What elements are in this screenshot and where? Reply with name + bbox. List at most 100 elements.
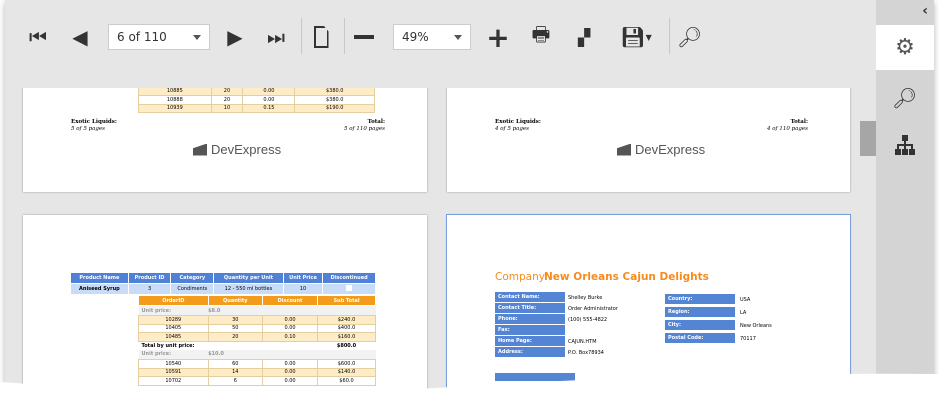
logo-text: DevExpress <box>211 142 282 157</box>
table-cell: Category <box>170 272 215 284</box>
next-page-button[interactable]: ▶ <box>222 22 248 52</box>
table-row: Region: LA <box>665 307 832 318</box>
tab-search[interactable]: 🔍︎ <box>876 75 934 120</box>
logo-mark-icon <box>617 143 631 156</box>
orders-table: 10866210.25$399.010885200.00$380.0108882… <box>138 88 375 113</box>
table-cell: $160.0 <box>317 332 376 342</box>
table-cell: 60 <box>207 359 264 369</box>
table-cell: Phone: <box>495 314 565 325</box>
table-cell: Country: <box>665 294 735 305</box>
total-label: Total: <box>367 119 385 125</box>
table-cell: 10540 <box>138 359 209 369</box>
table-row: 10485 20 0.10 $160.0 <box>138 332 376 342</box>
total-label: Total: <box>790 119 808 125</box>
table-cell: OrderID <box>138 295 209 306</box>
page-7[interactable]: Company New Orleans Cajun Delights Conta… <box>446 214 851 395</box>
table-cell: Address: <box>495 347 565 358</box>
table-cell: 10 <box>210 103 244 113</box>
scrollbar-thumb[interactable] <box>860 121 876 156</box>
collapse-panel-button[interactable]: ‹ <box>876 0 934 22</box>
table-cell: Fax: <box>495 325 565 336</box>
first-page-icon: ⏮ <box>29 25 47 49</box>
page-selector[interactable]: 6 of 110 <box>108 24 210 50</box>
document-map-icon <box>895 134 915 155</box>
print-icon: 🖶 <box>531 22 551 46</box>
table-cell: $240.0 <box>317 315 376 325</box>
table-row: Total by unit price: $800.0 <box>139 341 376 350</box>
table-cell: Sub Total <box>317 295 376 306</box>
table-cell: 10405 <box>138 323 209 333</box>
print-direct-button[interactable]: ▞ <box>569 22 599 52</box>
table-cell: Aniseed Syrup <box>70 283 129 295</box>
logo-text: DevExpress <box>635 142 706 157</box>
page-4[interactable]: Exotic Liquids: 4 of 5 pages Total: 4 of… <box>447 88 850 192</box>
table-cell: 12 - 550 ml bottles <box>213 283 284 295</box>
table-row: Contact Name: Shelley Burke <box>495 292 660 303</box>
table-cell: Order Administrator <box>568 305 618 312</box>
search-icon: 🔍︎ <box>892 85 918 110</box>
table-row: Unit price: $8.0 <box>138 305 376 316</box>
devexpress-logo: DevExpress <box>617 142 705 157</box>
table-cell: LA <box>740 309 747 316</box>
table-cell: 10289 <box>138 315 209 325</box>
tab-parameters[interactable]: ⚙ <box>876 25 934 70</box>
zoom-in-button[interactable]: + <box>485 20 511 54</box>
table-cell: Home Page: <box>495 336 565 347</box>
table-cell: 50 <box>207 323 264 333</box>
previous-page-button[interactable]: ◀ <box>67 22 93 52</box>
table-cell: Quantity <box>207 295 264 306</box>
zoom-in-icon: + <box>486 20 510 54</box>
product-table: Product Name Product ID Category Quantity p… <box>70 272 376 295</box>
tab-document-map[interactable] <box>876 122 934 167</box>
table-cell: 0.00 <box>242 95 296 105</box>
print-button[interactable]: 🖶 <box>526 22 556 52</box>
table-cell: Product ID <box>127 272 172 284</box>
table-cell: 10 <box>282 283 324 295</box>
table-cell: Discount <box>262 295 319 306</box>
group-pages: 5 of 5 pages <box>71 126 105 132</box>
table-row: 10885 20 0.00 $380.0 <box>138 88 375 96</box>
vertical-scrollbar[interactable] <box>860 88 876 395</box>
table-row: OrderID Quantity Discount Sub Total <box>138 295 376 306</box>
contact-table-right: Country: USA Region: LA City: New Orleans Post… <box>663 292 834 346</box>
page-6[interactable]: Product Name Product ID Category Quantity p… <box>23 215 427 395</box>
table-cell: $380.0 <box>294 88 375 96</box>
table-cell: 0.15 <box>242 103 296 113</box>
table-cell: 10939 <box>138 103 212 113</box>
document-pages-area[interactable]: 10866210.25$399.010885200.00$380.0108882… <box>5 88 860 395</box>
export-button[interactable]: 💾︎ ▼ <box>615 22 657 52</box>
table-row: Unit price: $10.0 <box>138 349 376 360</box>
table-row: 10405 50 0.00 $400.0 <box>138 323 376 333</box>
table-cell: Condiments <box>170 283 215 295</box>
table-cell: 0.00 <box>262 315 319 325</box>
table-cell: $190.0 <box>294 103 375 113</box>
first-page-button[interactable]: ⏮ <box>25 22 51 52</box>
table-cell: 0.10 <box>262 332 319 342</box>
chevron-down-icon: ▼ <box>645 32 652 42</box>
zoom-out-button[interactable] <box>351 22 377 52</box>
chevron-down-icon <box>193 35 201 40</box>
last-page-button[interactable]: ⏭ <box>263 22 289 52</box>
table-row: 10939 10 0.15 $190.0 <box>138 103 375 113</box>
table-cell: 20 <box>210 88 244 96</box>
table-cell: Region: <box>665 307 735 318</box>
group-pages: 4 of 5 pages <box>495 126 529 132</box>
table-cell: (100) 555-4822 <box>568 316 608 323</box>
table-cell: Total by unit price: <box>141 342 195 349</box>
table-cell: $400.0 <box>317 323 376 333</box>
table-cell: $380.0 <box>294 95 375 105</box>
next-page-icon: ▶ <box>227 25 243 49</box>
table-cell: City: <box>665 320 735 331</box>
single-page-button[interactable] <box>308 22 334 52</box>
table-row: 10888 20 0.00 $380.0 <box>138 95 375 105</box>
table-cell: P.O. Box78934 <box>568 349 604 356</box>
table-cell: Contact Name: <box>495 292 565 303</box>
table-cell: $8.0 <box>208 305 376 316</box>
search-button[interactable]: 🔍︎ <box>677 22 703 52</box>
table-cell: 20 <box>210 95 244 105</box>
side-panel: ‹ ⚙ 🔍︎ <box>876 0 934 395</box>
zoom-selector[interactable]: 49% <box>393 24 471 50</box>
page-5[interactable]: 10866210.25$399.010885200.00$380.0108882… <box>23 88 427 192</box>
total-pages: 4 of 110 pages <box>767 126 808 132</box>
table-row: Home Page: CAJUN.HTM <box>495 336 660 347</box>
